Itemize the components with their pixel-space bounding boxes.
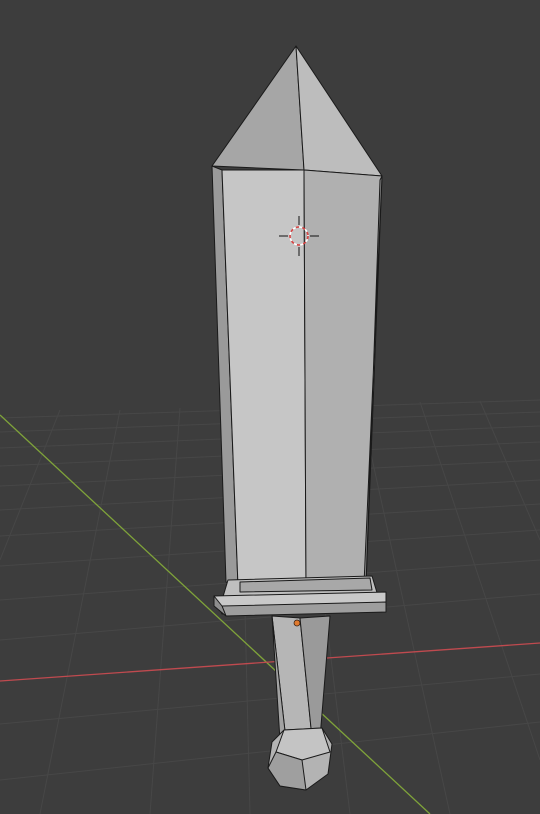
object-origin-icon [293,619,301,627]
crossguard[interactable] [213,575,387,617]
grip[interactable] [271,615,331,741]
blade[interactable] [211,165,383,589]
3d-viewport[interactable] [0,0,540,814]
viewport-canvas[interactable] [0,0,540,814]
